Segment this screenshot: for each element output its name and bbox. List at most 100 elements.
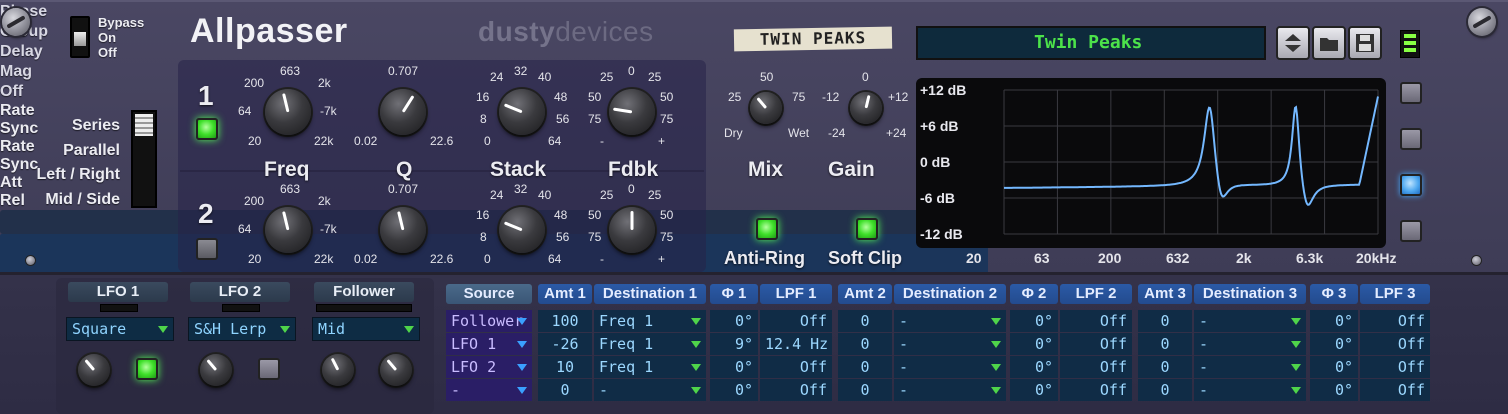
matrix-cell-r0c11[interactable]: 0° (1310, 310, 1358, 332)
view-mode-button-off[interactable] (1400, 220, 1422, 242)
matrix-cell-r2c2[interactable]: Freq 1 (594, 356, 706, 378)
patch-open-button[interactable] (1312, 26, 1346, 60)
save-icon (1356, 34, 1374, 52)
power-off-label[interactable]: Off (98, 45, 144, 60)
filter2-stack-knob[interactable] (499, 207, 545, 253)
matrix-cell-r0c8[interactable]: Off (1060, 310, 1132, 332)
matrix-cell-r0c3[interactable]: 0° (710, 310, 758, 332)
modulator-rate-knob[interactable] (78, 354, 110, 386)
matrix-cell-r0c6[interactable]: - (894, 310, 1006, 332)
matrix-cell-r2c11[interactable]: 0° (1310, 356, 1358, 378)
matrix-cell-r1c0[interactable]: LFO 1 (446, 333, 532, 355)
matrix-cell-r2c12[interactable]: Off (1360, 356, 1430, 378)
matrix-cell-r1c11[interactable]: 0° (1310, 333, 1358, 355)
matrix-cell-r1c7[interactable]: 0° (1010, 333, 1058, 355)
filter2-fdbk-knob[interactable] (609, 207, 655, 253)
matrix-cell-r0c12[interactable]: Off (1360, 310, 1430, 332)
matrix-cell-r2c0[interactable]: LFO 2 (446, 356, 532, 378)
mix-tick: Dry (724, 126, 743, 140)
routing-parallel[interactable]: Parallel (20, 139, 120, 164)
filter1-freq-knob[interactable] (265, 89, 311, 135)
filter2-freq-knob[interactable] (265, 207, 311, 253)
filter1-stack-knob[interactable] (499, 89, 545, 135)
filter1-enable-led[interactable] (196, 118, 218, 140)
routing-left-right[interactable]: Left / Right (20, 163, 120, 188)
matrix-cell-r0c5[interactable]: 0 (838, 310, 892, 332)
filter2-enable-led[interactable] (196, 238, 218, 260)
power-on-label[interactable]: On (98, 30, 144, 45)
matrix-cell-r3c8[interactable]: Off (1060, 379, 1132, 401)
matrix-cell-r2c10[interactable]: - (1194, 356, 1306, 378)
view-mode-button-group[interactable] (1400, 128, 1422, 150)
modulator-sync-button[interactable] (258, 358, 280, 380)
routing-switch[interactable] (131, 110, 157, 208)
matrix-cell-r2c5[interactable]: 0 (838, 356, 892, 378)
matrix-cell-r2c1[interactable]: 10 (538, 356, 592, 378)
soft-clip-led[interactable] (856, 218, 878, 240)
matrix-cell-r3c12[interactable]: Off (1360, 379, 1430, 401)
matrix-header-8: LPF 2 (1060, 284, 1132, 304)
matrix-cell-r1c1[interactable]: -26 (538, 333, 592, 355)
matrix-cell-r2c7[interactable]: 0° (1010, 356, 1058, 378)
brand-logo: dustydevices (478, 16, 654, 47)
power-bypass-label[interactable]: Bypass (98, 15, 144, 30)
modulator-rate-knob[interactable] (200, 354, 232, 386)
view-mode-button-mag[interactable] (1400, 174, 1422, 196)
follower-attack-knob[interactable] (322, 354, 354, 386)
allpasser-device: Bypass On Off Allpasser dustydevices Ser… (0, 0, 1508, 414)
matrix-cell-r0c2[interactable]: Freq 1 (594, 310, 706, 332)
filter1-fdbk-knob[interactable] (609, 89, 655, 135)
matrix-cell-r2c8[interactable]: Off (1060, 356, 1132, 378)
matrix-cell-r0c0[interactable]: Follower (446, 310, 532, 332)
matrix-cell-r1c12[interactable]: Off (1360, 333, 1430, 355)
matrix-cell-r3c5[interactable]: 0 (838, 379, 892, 401)
power-switch[interactable] (70, 16, 90, 58)
matrix-cell-r0c7[interactable]: 0° (1010, 310, 1058, 332)
patch-save-button[interactable] (1348, 26, 1382, 60)
modulator-shape-dropdown[interactable]: Square (66, 317, 174, 341)
matrix-cell-r1c6[interactable]: - (894, 333, 1006, 355)
matrix-cell-r2c6[interactable]: - (894, 356, 1006, 378)
modulator-shape-dropdown[interactable]: S&H Lerp (188, 317, 296, 341)
modulator-shape-dropdown[interactable]: Mid (312, 317, 420, 341)
matrix-cell-r0c10[interactable]: - (1194, 310, 1306, 332)
gain-knob[interactable] (850, 92, 882, 124)
matrix-cell-r1c3[interactable]: 9° (710, 333, 758, 355)
matrix-cell-r3c4[interactable]: Off (760, 379, 832, 401)
matrix-cell-r0c9[interactable]: 0 (1138, 310, 1192, 332)
anti-ring-led[interactable] (756, 218, 778, 240)
matrix-cell-r1c4[interactable]: 12.4 Hz (760, 333, 832, 355)
view-mode-button-phase[interactable] (1400, 82, 1422, 104)
matrix-cell-r2c4[interactable]: Off (760, 356, 832, 378)
routing-series[interactable]: Series (20, 114, 120, 139)
patch-browse-updown-button[interactable] (1276, 26, 1310, 60)
matrix-cell-r0c1[interactable]: 100 (538, 310, 592, 332)
matrix-cell-r3c0[interactable]: - (446, 379, 532, 401)
matrix-cell-r3c2[interactable]: - (594, 379, 706, 401)
routing-mid-side[interactable]: Mid / Side (20, 188, 120, 213)
patch-name-display[interactable]: Twin Peaks (916, 26, 1266, 60)
matrix-cell-r3c1[interactable]: 0 (538, 379, 592, 401)
matrix-cell-r3c6[interactable]: - (894, 379, 1006, 401)
matrix-cell-r3c7[interactable]: 0° (1010, 379, 1058, 401)
matrix-cell-r3c9[interactable]: 0 (1138, 379, 1192, 401)
filter1-q-knob[interactable] (380, 89, 426, 135)
matrix-cell-r0c4[interactable]: Off (760, 310, 832, 332)
matrix-cell-r2c3[interactable]: 0° (710, 356, 758, 378)
graph-y-label: -12 dB (920, 226, 963, 242)
matrix-cell-r3c3[interactable]: 0° (710, 379, 758, 401)
matrix-cell-r2c9[interactable]: 0 (1138, 356, 1192, 378)
modulator-indicator (316, 304, 412, 312)
matrix-cell-r1c10[interactable]: - (1194, 333, 1306, 355)
chevron-down-icon (991, 387, 1001, 394)
matrix-cell-r1c9[interactable]: 0 (1138, 333, 1192, 355)
filter2-q-knob[interactable] (380, 207, 426, 253)
matrix-cell-r1c2[interactable]: Freq 1 (594, 333, 706, 355)
modulator-sync-button[interactable] (136, 358, 158, 380)
matrix-cell-r1c5[interactable]: 0 (838, 333, 892, 355)
matrix-cell-r3c11[interactable]: 0° (1310, 379, 1358, 401)
matrix-cell-r3c10[interactable]: - (1194, 379, 1306, 401)
follower-release-knob[interactable] (380, 354, 412, 386)
mix-knob[interactable] (750, 92, 782, 124)
matrix-cell-r1c8[interactable]: Off (1060, 333, 1132, 355)
